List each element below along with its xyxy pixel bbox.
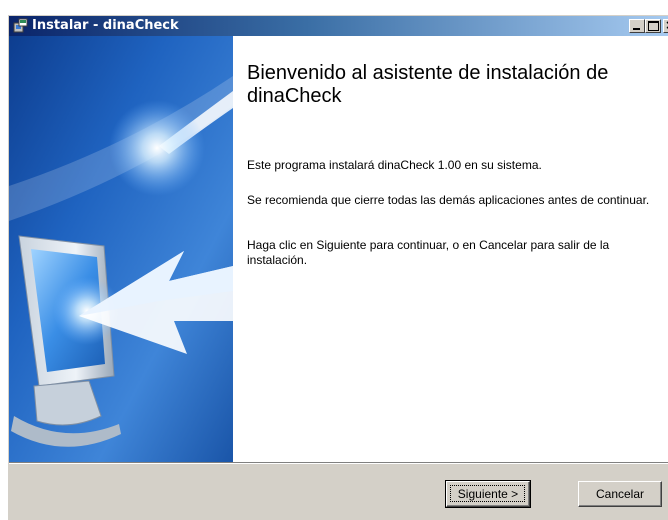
next-button[interactable]: Siguiente > [445, 480, 531, 508]
close-button[interactable]: × [663, 18, 668, 33]
welcome-heading: Bienvenido al asistente de instalación d… [247, 62, 609, 107]
maximize-button[interactable] [645, 19, 661, 33]
title-bar[interactable]: Instalar - dinaCheck × [9, 16, 668, 36]
minimize-button[interactable] [629, 19, 645, 33]
minimize-icon [633, 28, 640, 30]
separator [9, 462, 668, 464]
wizard-content: Bienvenido al asistente de instalación d… [9, 36, 668, 462]
instructions-text: Haga clic en Siguiente para continuar, o… [247, 238, 610, 267]
maximize-icon [648, 21, 659, 31]
cancel-button-label: Cancelar [595, 487, 645, 501]
installer-window: Instalar - dinaCheck × [8, 15, 668, 520]
install-info-text: Este programa instalará dinaCheck 1.00 e… [247, 158, 542, 172]
cancel-button[interactable]: Cancelar [578, 481, 662, 507]
installer-icon [13, 18, 28, 33]
window-title: Instalar - dinaCheck [32, 18, 179, 33]
monitor-arrow-illustration [9, 36, 233, 462]
close-apps-text: Se recomienda que cierre todas las demás… [247, 193, 650, 207]
focus-rect [450, 485, 525, 502]
